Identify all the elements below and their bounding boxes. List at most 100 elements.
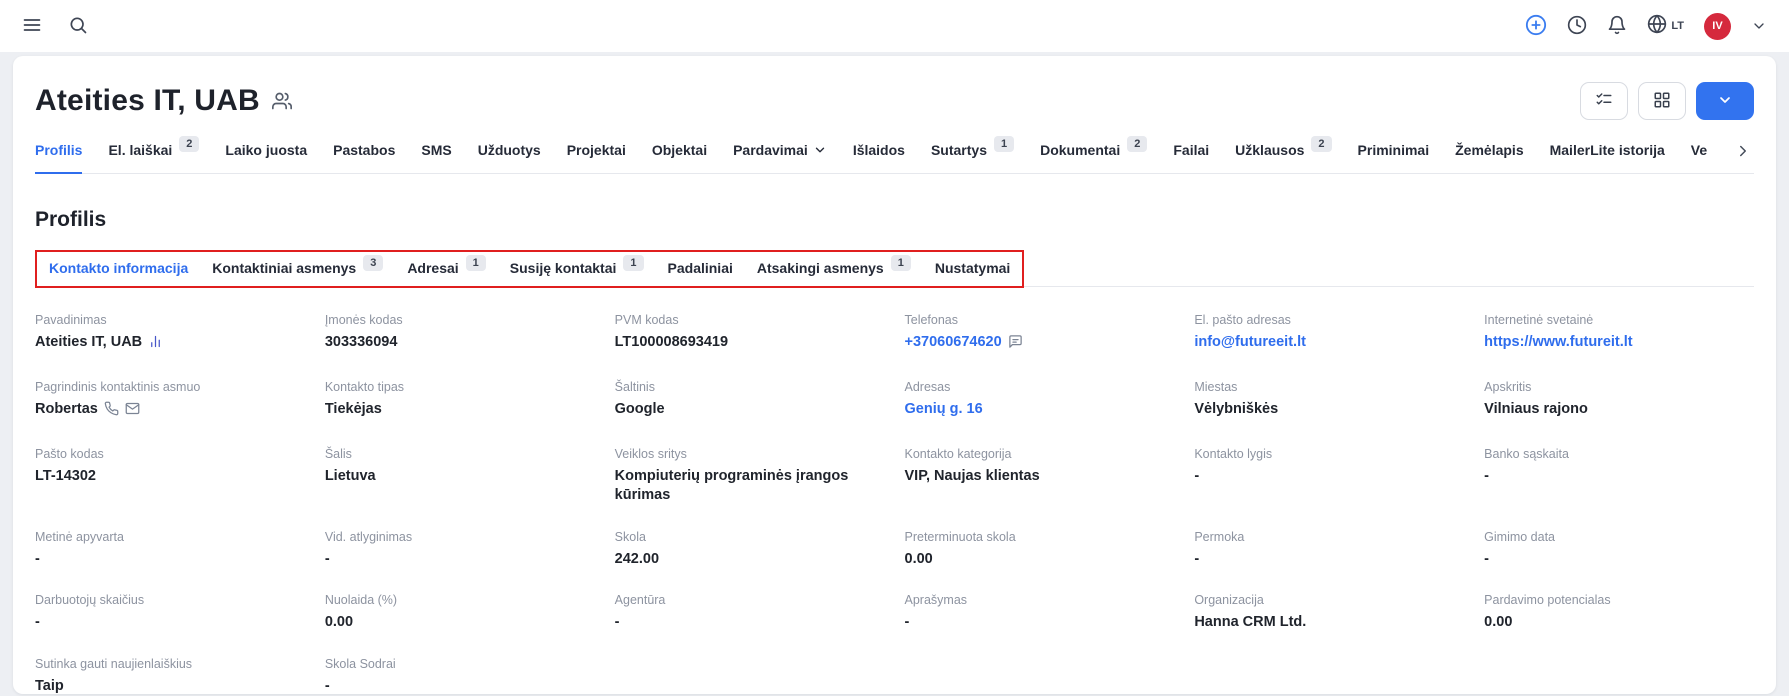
subtab-kontakto-informacija[interactable]: Kontakto informacija xyxy=(49,260,188,276)
field-value: Robertas xyxy=(35,400,305,422)
tab-mailerlite-istorija[interactable]: MailerLite istorija xyxy=(1550,142,1665,174)
count-badge: 1 xyxy=(890,255,911,272)
field-label: Šaltinis xyxy=(614,380,655,395)
field-value[interactable]: +37060674620 xyxy=(905,334,1023,350)
field-value: - xyxy=(1194,467,1200,484)
field-value: 0.00 xyxy=(1484,614,1513,631)
field-nuolaida: Nuolaida (%) 0.00 xyxy=(325,593,595,632)
search-button[interactable] xyxy=(68,15,88,38)
tab-ve[interactable]: Ve xyxy=(1691,142,1707,174)
field-label: Preterminuota skola xyxy=(904,529,1016,544)
tab-pastabos[interactable]: Pastabos xyxy=(333,142,395,174)
field-label: Agentūra xyxy=(614,593,666,608)
field-sutinka-gauti-naujienlaiskius: Sutinka gauti naujienlaiškius Taip xyxy=(35,657,305,696)
field-value: 303336094 xyxy=(324,334,398,351)
subtab-atsakingi-asmenys[interactable]: Atsakingi asmenys 1 xyxy=(757,255,911,276)
tab-label: Išlaidos xyxy=(852,142,905,159)
menu-button[interactable] xyxy=(22,15,42,38)
mail-icon[interactable] xyxy=(125,401,140,422)
subtab-padaliniai[interactable]: Padaliniai xyxy=(668,260,733,276)
field-organizacija: Organizacija Hanna CRM Ltd. xyxy=(1194,593,1464,632)
field-value: - xyxy=(1484,550,1489,567)
field-kontakto-lygis: Kontakto lygis - xyxy=(1194,447,1464,505)
tab-dokumentai[interactable]: Dokumentai 2 xyxy=(1040,136,1148,174)
field-label: Pašto kodas xyxy=(35,446,104,461)
actions-dropdown-button[interactable] xyxy=(1696,82,1754,120)
bar-chart-icon[interactable] xyxy=(148,334,163,355)
field-internetine-svetaine: Internetinė svetainė https://www.futureit… xyxy=(1484,313,1754,355)
field-label: Darbuotojų skaičius xyxy=(35,593,145,608)
people-icon[interactable] xyxy=(271,91,292,111)
tab-laiko-juosta[interactable]: Laiko juosta xyxy=(225,142,307,174)
tabs-scroll-right-chevron-icon[interactable] xyxy=(1734,142,1752,160)
tasks-button[interactable] xyxy=(1580,82,1628,120)
field-value: - xyxy=(35,614,40,631)
field-pavadinimas: Pavadinimas Ateities IT, UAB xyxy=(35,313,305,355)
field-pardavimo-potencialas: Pardavimo potencialas 0.00 xyxy=(1484,593,1754,632)
tab-projektai[interactable]: Projektai xyxy=(567,142,626,174)
chat-icon[interactable] xyxy=(1008,334,1023,355)
language-selector[interactable]: LT xyxy=(1647,14,1684,39)
subtab-kontaktiniai-asmenys[interactable]: Kontaktiniai asmenys 3 xyxy=(212,255,384,276)
tab-uzklausos[interactable]: Užklausos 2 xyxy=(1235,136,1332,174)
field-el-pasto-adresas: El. pašto adresas info@futureeit.lt xyxy=(1194,313,1464,355)
tab-zemelapis[interactable]: Žemėlapis xyxy=(1455,142,1523,174)
count-badge: 1 xyxy=(623,255,644,272)
field-label: Sutinka gauti naujienlaiškius xyxy=(35,657,193,672)
field-label: Skola Sodrai xyxy=(324,657,396,672)
tab-objektai[interactable]: Objektai xyxy=(652,142,707,174)
avatar[interactable]: IV xyxy=(1704,12,1731,40)
count-badge: 1 xyxy=(465,255,486,272)
field-value: Taip xyxy=(35,678,64,695)
field-value: - xyxy=(1194,550,1200,567)
field-value: Hanna CRM Ltd. xyxy=(1194,614,1307,631)
field-value[interactable]: Genių g. 16 xyxy=(905,401,983,417)
field-value: Ateities IT, UAB xyxy=(35,333,305,355)
field-label: Veiklos sritys xyxy=(614,446,687,461)
tab-uzduotys[interactable]: Užduotys xyxy=(478,142,541,174)
notifications-button[interactable] xyxy=(1607,15,1627,38)
field-value: - xyxy=(904,614,910,631)
modules-button[interactable] xyxy=(1638,82,1686,120)
hamburger-icon xyxy=(22,15,42,38)
field-value: - xyxy=(1484,467,1489,484)
field-value: LT-14302 xyxy=(35,467,96,484)
field-value: - xyxy=(324,678,330,695)
field-value[interactable]: info@futureeit.lt xyxy=(1194,334,1306,350)
field-label: Banko sąskaita xyxy=(1484,446,1569,461)
tab-pardavimai[interactable]: Pardavimai xyxy=(733,142,827,174)
field-label: Kontakto lygis xyxy=(1194,446,1273,461)
quick-add-button[interactable] xyxy=(1525,14,1547,39)
tab-priminimai[interactable]: Priminimai xyxy=(1358,142,1430,174)
field-telefonas: Telefonas +37060674620 xyxy=(905,313,1175,355)
field-label: El. pašto adresas xyxy=(1194,313,1291,328)
tab-label: Užduotys xyxy=(477,142,541,159)
field-vid-atlyginimas: Vid. atlyginimas - xyxy=(325,530,595,569)
count-badge: 3 xyxy=(363,255,384,272)
field-label: Telefonas xyxy=(904,313,959,328)
subtab-adresai[interactable]: Adresai 1 xyxy=(407,255,486,276)
page-title: Ateities IT, UAB xyxy=(35,84,260,117)
field-value[interactable]: https://www.futureit.lt xyxy=(1484,334,1632,350)
tab-label: Pardavimai xyxy=(733,142,808,159)
tab-sms[interactable]: SMS xyxy=(421,142,451,174)
tab-failai[interactable]: Failai xyxy=(1173,142,1209,174)
tab-label: El. laiškai xyxy=(108,142,173,159)
tab-islaidos[interactable]: Išlaidos xyxy=(853,142,905,174)
tab-el-laiskai[interactable]: El. laiškai 2 xyxy=(108,136,200,174)
field-skola-sodrai: Skola Sodrai - xyxy=(325,657,595,696)
field-label: Gimimo data xyxy=(1484,529,1556,544)
user-menu-chevron-icon[interactable] xyxy=(1751,18,1767,34)
subtab-nustatymai[interactable]: Nustatymai xyxy=(935,260,1010,276)
field-value: Tiekėjas xyxy=(324,401,382,418)
history-button[interactable] xyxy=(1567,15,1587,38)
tab-bar: Profilis El. laiškai 2 Laiko juosta Pastabos… xyxy=(35,136,1754,175)
phone-icon[interactable] xyxy=(104,401,119,422)
field-value: - xyxy=(35,550,40,567)
tab-profilis[interactable]: Profilis xyxy=(35,142,83,175)
subtab-susije-kontaktai[interactable]: Susiję kontaktai 1 xyxy=(510,255,644,276)
field-label: Pagrindinis kontaktinis asmuo xyxy=(35,380,201,395)
globe-icon xyxy=(1647,14,1667,39)
search-icon xyxy=(68,15,88,38)
tab-sutartys[interactable]: Sutartys 1 xyxy=(931,136,1015,174)
